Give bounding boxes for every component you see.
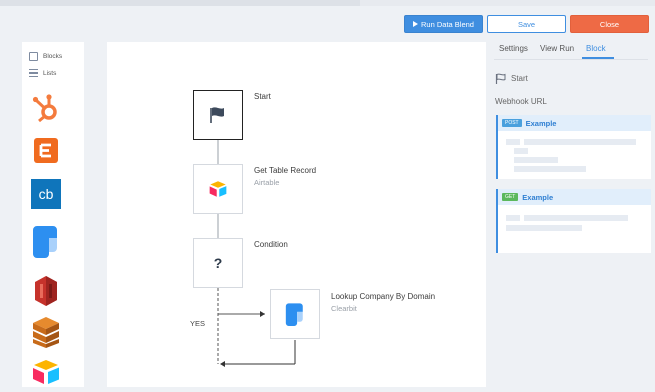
- flow-node-lookup-company-title: Lookup Company By Domain: [331, 292, 436, 301]
- checkbox-icon: [29, 52, 38, 61]
- run-data-blend-label: Run Data Blend: [421, 19, 474, 29]
- aws-icon[interactable]: [29, 274, 63, 308]
- post-example-body: [496, 131, 651, 179]
- run-data-blend-button[interactable]: Run Data Blend: [404, 15, 483, 33]
- tab-settings[interactable]: Settings: [499, 44, 528, 53]
- save-button[interactable]: Save: [487, 15, 566, 33]
- tab-view-run[interactable]: View Run: [540, 44, 574, 53]
- webhook-url-label: Webhook URL: [495, 97, 547, 106]
- flow-node-start-title: Start: [254, 92, 271, 101]
- get-example-card: GET Example: [496, 189, 651, 253]
- flag-outline-icon: [495, 73, 506, 84]
- close-label: Close: [599, 19, 620, 29]
- airtable-icon[interactable]: [29, 355, 63, 389]
- get-example-title: Example: [522, 192, 554, 202]
- flow-node-get-table-record-subtitle: Airtable: [254, 178, 280, 187]
- top-bar-shadow: [0, 0, 360, 6]
- list-icon: [29, 69, 38, 77]
- flow-node-start[interactable]: [193, 90, 243, 140]
- get-method-badge: GET: [502, 193, 519, 201]
- branch-label-yes: YES: [190, 319, 206, 328]
- close-button[interactable]: Close: [570, 15, 649, 33]
- eventbrite-icon[interactable]: [29, 134, 63, 168]
- flow-node-condition[interactable]: ?: [193, 238, 243, 288]
- lists-option[interactable]: Lists: [29, 69, 56, 77]
- airtable-icon: [209, 181, 227, 197]
- clearbit-icon[interactable]: [29, 224, 63, 258]
- chargebee-icon[interactable]: cb: [29, 177, 63, 211]
- flow-node-lookup-company[interactable]: [270, 289, 320, 339]
- clearbit-icon: [285, 303, 303, 326]
- panel-tabs: Settings View Run Block: [494, 42, 648, 60]
- post-method-badge: POST: [502, 119, 522, 127]
- post-example-title: Example: [525, 118, 557, 128]
- play-icon: [413, 21, 419, 27]
- save-label: Save: [517, 19, 536, 29]
- blocks-option[interactable]: Blocks: [29, 52, 62, 61]
- svg-text:cb: cb: [39, 186, 54, 202]
- block-settings-panel: Settings View Run Block Start Webhook UR…: [494, 42, 655, 392]
- flow-canvas[interactable]: Start Get Table Record Airtable ? Condit…: [107, 42, 486, 387]
- hubspot-icon[interactable]: [29, 91, 63, 125]
- flow-node-get-table-record-title: Get Table Record: [254, 166, 317, 175]
- get-example-header[interactable]: GET Example: [496, 189, 651, 205]
- aws-stack-icon[interactable]: [29, 314, 63, 348]
- tab-block[interactable]: Block: [586, 44, 606, 53]
- question-icon: ?: [213, 255, 223, 271]
- flow-node-lookup-company-subtitle: Clearbit: [331, 304, 357, 313]
- block-palette: Blocks Lists cb: [22, 42, 84, 387]
- flow-node-condition-title: Condition: [254, 240, 288, 249]
- post-example-card: POST Example: [496, 115, 651, 179]
- lists-label: Lists: [43, 69, 57, 77]
- block-start-row: Start: [495, 73, 528, 84]
- flow-node-get-table-record[interactable]: [193, 164, 243, 214]
- blocks-label: Blocks: [43, 53, 63, 60]
- block-start-label: Start: [511, 74, 528, 83]
- flag-icon: [210, 107, 224, 123]
- post-example-header[interactable]: POST Example: [496, 115, 651, 131]
- get-example-body: [496, 205, 651, 253]
- active-tab-indicator: [582, 57, 614, 59]
